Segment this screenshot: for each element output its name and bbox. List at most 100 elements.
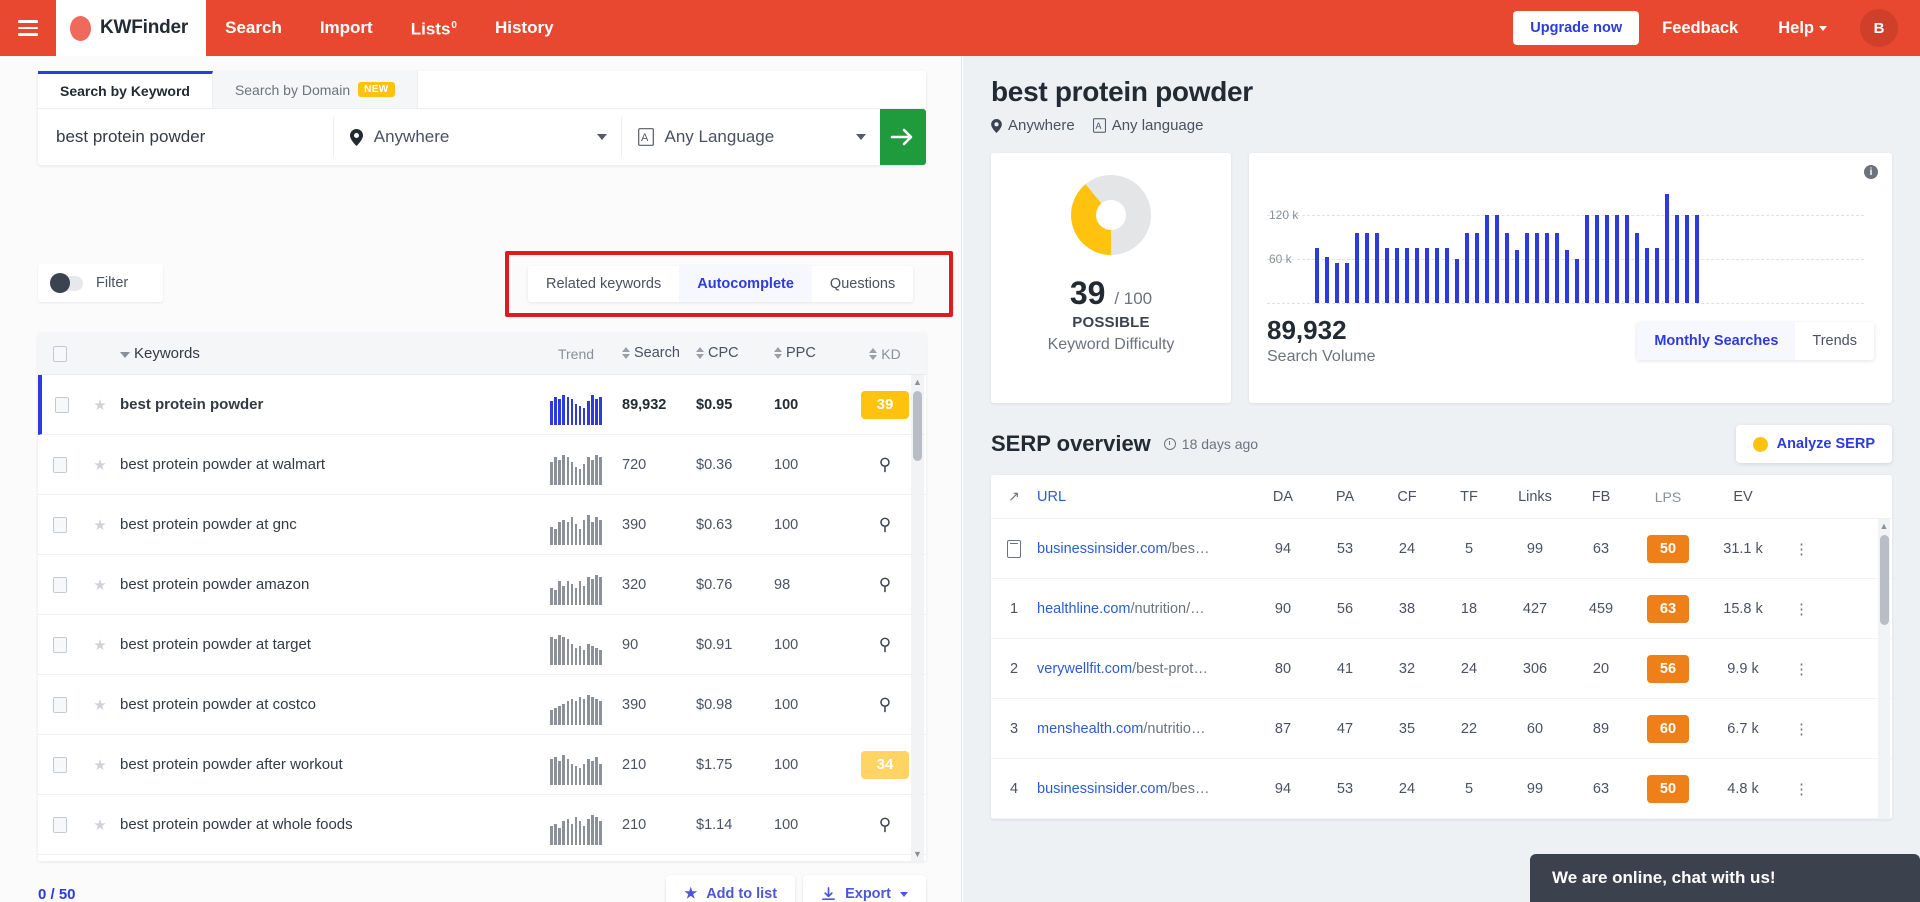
location-select[interactable]: Anywhere (334, 109, 621, 165)
tab-related-keywords[interactable]: Related keywords (528, 266, 679, 302)
tab-search-by-domain[interactable]: Search by Domain NEW (212, 71, 418, 108)
nav-item-history[interactable]: History (476, 0, 573, 56)
keyword-search-input[interactable] (38, 109, 333, 165)
scroll-up-icon[interactable]: ▲ (1880, 519, 1889, 533)
table-row[interactable]: 3 menshealth.com/nutritio… 87 47 35 22 60… (991, 699, 1892, 759)
search-submit-button[interactable] (879, 109, 926, 165)
favorite-star-icon[interactable]: ★ (82, 396, 118, 414)
brand-logo[interactable]: KWFinder (56, 0, 207, 56)
row-checkbox[interactable] (53, 516, 67, 533)
row-actions-icon[interactable]: ⋮ (1782, 600, 1822, 618)
keyword-text[interactable]: best protein powder amazon (118, 576, 530, 593)
result-url[interactable]: verywellfit.com/best-prot… (1037, 661, 1252, 677)
filter-toggle[interactable]: Filter (38, 264, 163, 302)
user-avatar[interactable]: B (1860, 9, 1898, 47)
row-checkbox[interactable] (53, 456, 67, 473)
row-actions-icon[interactable]: ⋮ (1782, 540, 1822, 558)
check-difficulty-icon[interactable]: ⚲ (879, 695, 891, 715)
favorite-star-icon[interactable]: ★ (82, 636, 118, 654)
col-search[interactable]: Search (622, 345, 696, 363)
favorite-star-icon[interactable]: ★ (82, 696, 118, 714)
table-row[interactable]: ★ best protein powder at walmart 720 $0.… (38, 435, 926, 495)
select-all-checkbox[interactable] (53, 345, 67, 362)
result-url[interactable]: businessinsider.com/bes… (1037, 541, 1252, 557)
nav-item-import[interactable]: Import (301, 0, 392, 56)
hamburger-menu-icon[interactable] (0, 0, 56, 56)
table-row[interactable]: 2 verywellfit.com/best-prot… 80 41 32 24 … (991, 639, 1892, 699)
ppc-cell: 100 (774, 396, 799, 413)
row-checkbox[interactable] (53, 696, 67, 713)
language-select[interactable]: A Any Language (622, 109, 880, 165)
table-row[interactable]: ★ best protein powder at whole foods 210… (38, 795, 926, 855)
tab-autocomplete[interactable]: Autocomplete (679, 266, 812, 302)
analyze-serp-button[interactable]: Analyze SERP (1735, 425, 1892, 463)
expand-icon[interactable]: ↗ (991, 488, 1037, 505)
table-row[interactable]: ★ best protein powder 89,932 $0.95 100 3… (38, 375, 926, 435)
col-keywords[interactable]: Keywords (118, 345, 530, 362)
keyword-text[interactable]: best protein powder at gnc (118, 516, 530, 533)
table-row[interactable]: ★ best protein powder amazon 320 $0.76 9… (38, 555, 926, 615)
favorite-star-icon[interactable]: ★ (82, 516, 118, 534)
chat-widget[interactable]: We are online, chat with us! (1530, 854, 1920, 902)
row-checkbox[interactable] (53, 636, 67, 653)
upgrade-now-button[interactable]: Upgrade now (1513, 11, 1640, 45)
keyword-text[interactable]: best protein powder at costco (118, 696, 530, 713)
scroll-down-icon[interactable]: ▼ (913, 847, 922, 861)
feedback-link[interactable]: Feedback (1645, 19, 1755, 38)
table-row[interactable]: businessinsider.com/bes… 94 53 24 5 99 6… (991, 519, 1892, 579)
row-actions-icon[interactable]: ⋮ (1782, 660, 1822, 678)
favorite-star-icon[interactable]: ★ (82, 576, 118, 594)
col-cpc[interactable]: CPC (696, 345, 774, 363)
row-actions-icon[interactable]: ⋮ (1782, 780, 1822, 798)
nav-item-lists[interactable]: Lists0 (392, 0, 476, 58)
row-checkbox[interactable] (55, 396, 69, 413)
toggle-trends[interactable]: Trends (1795, 322, 1874, 360)
result-url[interactable]: menshealth.com/nutritio… (1037, 721, 1252, 737)
check-difficulty-icon[interactable]: ⚲ (879, 455, 891, 475)
col-ppc[interactable]: PPC (774, 345, 844, 363)
keyword-text[interactable]: best protein powder (118, 396, 530, 413)
scrollbar-thumb[interactable] (913, 391, 922, 461)
add-to-list-button[interactable]: ★ Add to list (666, 875, 796, 902)
toggle-monthly-searches[interactable]: Monthly Searches (1637, 321, 1796, 360)
result-url[interactable]: businessinsider.com/bes… (1037, 781, 1252, 797)
tab-search-by-keyword[interactable]: Search by Keyword (38, 71, 213, 108)
check-difficulty-icon[interactable]: ⚲ (879, 635, 891, 655)
col-kd[interactable]: KD (844, 346, 926, 362)
check-difficulty-icon[interactable]: ⚲ (879, 515, 891, 535)
row-checkbox[interactable] (53, 756, 67, 773)
favorite-star-icon[interactable]: ★ (82, 816, 118, 834)
row-checkbox[interactable] (53, 576, 67, 593)
scroll-up-icon[interactable]: ▲ (913, 375, 922, 389)
tab-questions[interactable]: Questions (812, 266, 913, 302)
table-row[interactable]: 1 healthline.com/nutrition/… 90 56 38 18 … (991, 579, 1892, 639)
check-difficulty-icon[interactable]: ⚲ (879, 575, 891, 595)
serp-scrollbar[interactable]: ▲ (1878, 519, 1890, 819)
row-checkbox[interactable] (53, 816, 67, 833)
table-row[interactable]: ★ best protein powder after workout 210 … (38, 735, 926, 795)
keyword-text[interactable]: best protein powder at target (118, 636, 530, 653)
info-icon[interactable]: i (1864, 165, 1878, 179)
lps-badge: 56 (1647, 654, 1689, 683)
keywords-scrollbar[interactable]: ▲ ▼ (911, 375, 924, 861)
table-row[interactable]: ★ best protein powder at gnc 390 $0.63 1… (38, 495, 926, 555)
row-actions-icon[interactable]: ⋮ (1782, 720, 1822, 738)
check-difficulty-icon[interactable]: ⚲ (879, 815, 891, 835)
result-url[interactable]: healthline.com/nutrition/… (1037, 601, 1252, 617)
table-row[interactable]: ★ best protein powder at costco 390 $0.9… (38, 675, 926, 735)
help-menu[interactable]: Help (1761, 19, 1844, 38)
nav-item-search[interactable]: Search (206, 0, 301, 56)
keyword-text[interactable]: best protein powder at whole foods (118, 816, 530, 833)
export-button[interactable]: Export (803, 875, 926, 902)
table-row[interactable]: ★ best protein powder at target 90 $0.91… (38, 615, 926, 675)
table-row[interactable]: 4 businessinsider.com/bes… 94 53 24 5 99 … (991, 759, 1892, 819)
rank-cell: 1 (1009, 600, 1019, 617)
chart-bar (1695, 214, 1699, 303)
filter-switch[interactable] (50, 273, 83, 293)
keyword-text[interactable]: best protein powder at walmart (118, 456, 530, 473)
keywords-table-body: ★ best protein powder 89,932 $0.95 100 3… (38, 375, 926, 861)
scrollbar-thumb[interactable] (1879, 535, 1889, 625)
keyword-text[interactable]: best protein powder after workout (118, 756, 530, 773)
favorite-star-icon[interactable]: ★ (82, 456, 118, 474)
favorite-star-icon[interactable]: ★ (82, 756, 118, 774)
